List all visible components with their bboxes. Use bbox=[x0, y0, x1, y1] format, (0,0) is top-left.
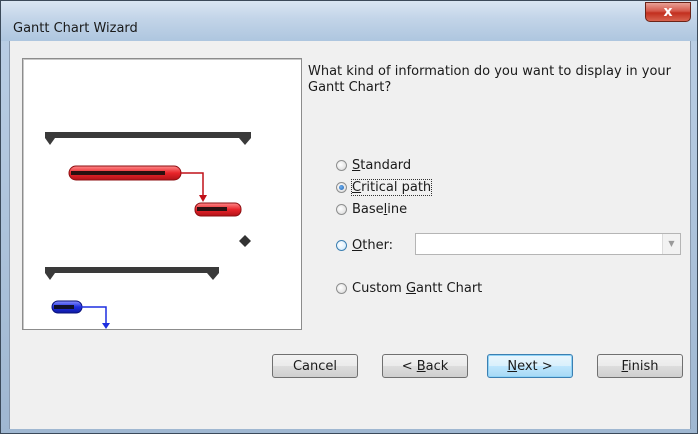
chevron-down-icon[interactable]: ▼ bbox=[662, 234, 680, 254]
milestone-diamond bbox=[239, 235, 251, 247]
task-bar bbox=[51, 300, 83, 314]
gantt-preview bbox=[22, 58, 302, 346]
dependency-arrow bbox=[81, 306, 110, 329]
gantt-preview-graphic bbox=[45, 132, 251, 346]
option-other[interactable]: Other: bbox=[336, 236, 393, 254]
summary-bar bbox=[45, 267, 219, 280]
close-icon: x bbox=[663, 4, 673, 20]
summary-bar bbox=[45, 132, 251, 145]
option-standard[interactable]: Standard bbox=[336, 156, 411, 174]
option-baseline[interactable]: Baseline bbox=[336, 200, 407, 218]
radio-other[interactable] bbox=[336, 239, 347, 251]
radio-baseline[interactable] bbox=[336, 203, 347, 215]
title-bar[interactable]: Gantt Chart Wizard x bbox=[1, 1, 697, 41]
close-button[interactable]: x bbox=[645, 2, 691, 22]
option-standard-label: Standard bbox=[352, 157, 412, 173]
option-custom-gantt[interactable]: Custom Gantt Chart bbox=[336, 279, 482, 297]
radio-custom-gantt[interactable] bbox=[336, 282, 347, 294]
finish-button[interactable]: Finish bbox=[597, 354, 683, 378]
question-text: What kind of information do you want to … bbox=[308, 64, 671, 95]
option-other-label: Other: bbox=[352, 237, 394, 253]
radio-standard[interactable] bbox=[336, 159, 347, 171]
critical-task-bar bbox=[68, 165, 182, 181]
option-critical-path-label: Critical path bbox=[350, 178, 433, 196]
cancel-button[interactable]: Cancel bbox=[272, 354, 358, 378]
radio-critical-path[interactable] bbox=[336, 181, 347, 193]
next-button[interactable]: Next > bbox=[487, 354, 573, 378]
back-button[interactable]: < Back bbox=[382, 354, 468, 378]
window-title: Gantt Chart Wizard bbox=[13, 21, 138, 36]
wizard-window: Gantt Chart Wizard x What kind of inform… bbox=[0, 0, 698, 434]
dependency-arrow bbox=[180, 172, 207, 202]
option-custom-gantt-label: Custom Gantt Chart bbox=[352, 280, 483, 296]
option-baseline-label: Baseline bbox=[352, 201, 408, 217]
other-view-combo[interactable]: ▼ bbox=[415, 233, 681, 255]
critical-task-bar bbox=[194, 202, 242, 217]
option-critical-path[interactable]: Critical path bbox=[336, 178, 433, 196]
